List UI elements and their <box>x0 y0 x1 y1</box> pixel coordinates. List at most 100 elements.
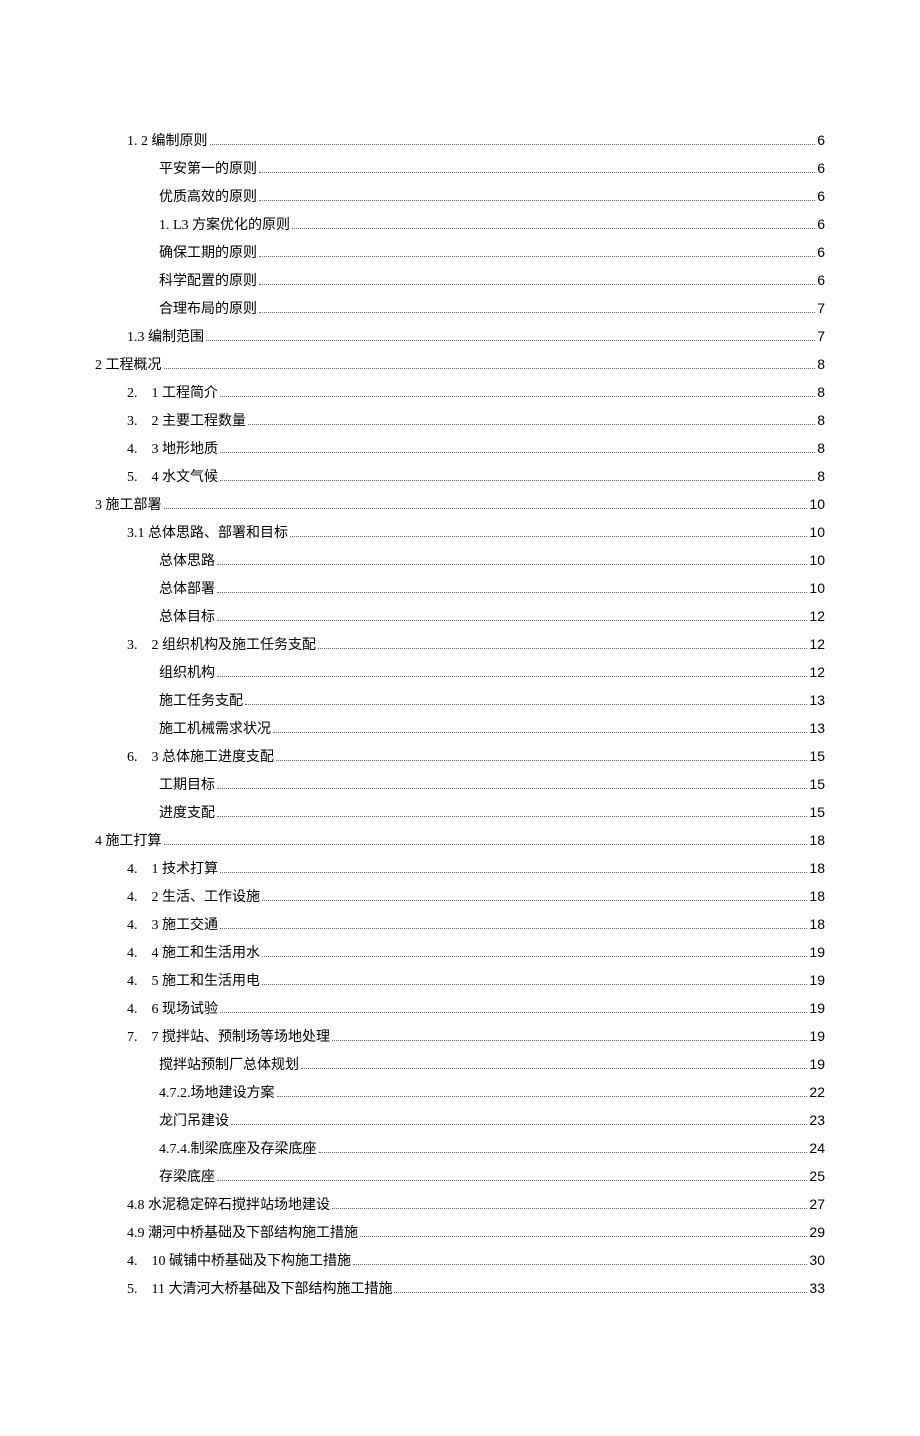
toc-entry-label: 场地建设方案 <box>191 1083 275 1104</box>
toc-entry-page: 27 <box>809 1194 825 1215</box>
toc-leader-dots <box>290 525 807 537</box>
toc-entry-label: 主要工程数量 <box>162 411 246 432</box>
toc-entry-label: 工程概况 <box>106 355 162 376</box>
toc-entry-page: 12 <box>809 662 825 683</box>
toc-entry-label: 平安第一的原则 <box>159 159 257 180</box>
toc-entry-prefix: 5. 11 <box>127 1279 168 1300</box>
toc-entry-label: 施工任务支配 <box>159 691 243 712</box>
toc-entry-label: 存梁底座 <box>159 1167 215 1188</box>
toc-entry-page: 19 <box>809 998 825 1019</box>
toc-entry-prefix: 4.8 <box>127 1195 148 1216</box>
toc-entry: 搅拌站预制厂总体规划19 <box>95 1054 825 1076</box>
toc-entry-page: 15 <box>809 746 825 767</box>
toc-entry-page: 13 <box>809 690 825 711</box>
toc-entry-page: 6 <box>817 130 825 151</box>
toc-entry: 龙门吊建设23 <box>95 1110 825 1132</box>
toc-entry: 4.7.2.场地建设方案22 <box>95 1082 825 1104</box>
toc-entry-label: 组织机构及施工任务支配 <box>162 635 316 656</box>
toc-leader-dots <box>206 329 815 341</box>
toc-leader-dots <box>292 217 815 229</box>
toc-entry-prefix: 4.9 <box>127 1223 148 1244</box>
toc-leader-dots <box>353 1253 807 1265</box>
toc-entry-prefix: 1. 2 <box>127 131 152 152</box>
toc-entry-page: 10 <box>809 550 825 571</box>
toc-leader-dots <box>245 693 807 705</box>
toc-entry-prefix: 4 <box>95 831 106 852</box>
toc-leader-dots <box>164 833 808 845</box>
toc-entry: 4 施工打算18 <box>95 830 825 852</box>
toc-entry-prefix: 4. 10 <box>127 1251 169 1272</box>
toc-entry: 3. 2 组织机构及施工任务支配 12 <box>95 634 825 656</box>
toc-entry-label: 施工和生活用水 <box>162 943 260 964</box>
toc-leader-dots <box>164 357 816 369</box>
toc-leader-dots <box>332 1197 807 1209</box>
toc-entry: 4. 10 碱铺中桥基础及下构施工措施30 <box>95 1250 825 1272</box>
toc-entry: 施工机械需求状况13 <box>95 718 825 740</box>
toc-entry-page: 8 <box>817 438 825 459</box>
toc-entry-label: 大清河大桥基础及下部结构施工措施 <box>168 1279 392 1300</box>
toc-entry: 4.8 水泥稳定碎石搅拌站场地建设 27 <box>95 1194 825 1216</box>
toc-entry: 4. 2 生活、工作设施 18 <box>95 886 825 908</box>
toc-entry: 4.7.4.制梁底座及存梁底座24 <box>95 1138 825 1160</box>
toc-leader-dots <box>259 273 815 285</box>
toc-entry-page: 33 <box>809 1278 825 1299</box>
toc-entry: 确保工期的原则6 <box>95 242 825 264</box>
toc-entry-label: 合理布局的原则 <box>159 299 257 320</box>
toc-entry-prefix: 4. 1 <box>127 859 162 880</box>
toc-entry-prefix: 4.7.2. <box>159 1083 191 1104</box>
toc-entry-prefix: 4. 6 <box>127 999 162 1020</box>
toc-leader-dots <box>259 245 815 257</box>
toc-entry: 科学配置的原则6 <box>95 270 825 292</box>
toc-entry-label: 确保工期的原则 <box>159 243 257 264</box>
toc-leader-dots <box>217 609 807 621</box>
toc-entry-label: 技术打算 <box>162 859 218 880</box>
toc-entry-page: 12 <box>809 634 825 655</box>
toc-entry-prefix: 2. 1 <box>127 383 162 404</box>
toc-entry-label: 总体思路、部署和目标 <box>148 523 288 544</box>
toc-leader-dots <box>220 385 815 397</box>
toc-leader-dots <box>164 497 808 509</box>
toc-entry-label: 制梁底座及存梁底座 <box>191 1139 317 1160</box>
toc-entry-page: 15 <box>809 802 825 823</box>
toc-entry-label: 工程简介 <box>162 383 218 404</box>
toc-entry-label: 优质高效的原则 <box>159 187 257 208</box>
toc-entry-page: 18 <box>809 886 825 907</box>
toc-entry-label: 总体部署 <box>159 579 215 600</box>
toc-entry: 4. 6 现场试验19 <box>95 998 825 1020</box>
toc-leader-dots <box>273 721 807 733</box>
toc-entry-page: 8 <box>817 382 825 403</box>
table-of-contents: 1. 2 编制原则6平安第一的原则6优质高效的原则61. L3 方案优化的原则6… <box>95 130 825 1300</box>
toc-entry-prefix: 4. 4 <box>127 943 162 964</box>
toc-entry-page: 8 <box>817 354 825 375</box>
toc-entry-prefix: 3. 2 <box>127 635 162 656</box>
toc-leader-dots <box>217 665 807 677</box>
toc-entry: 1.3 编制范围7 <box>95 326 825 348</box>
toc-leader-dots <box>259 301 815 313</box>
toc-entry-page: 6 <box>817 186 825 207</box>
toc-entry-page: 25 <box>809 1166 825 1187</box>
toc-entry-page: 10 <box>809 522 825 543</box>
toc-entry: 施工任务支配 13 <box>95 690 825 712</box>
toc-leader-dots <box>220 469 815 481</box>
toc-leader-dots <box>360 1225 807 1237</box>
toc-entry-page: 12 <box>809 606 825 627</box>
toc-entry-prefix: 5. 4 <box>127 467 162 488</box>
toc-entry: 存梁底座 25 <box>95 1166 825 1188</box>
toc-entry-prefix: 1.3 <box>127 327 148 348</box>
toc-entry: 2. 1 工程简介 8 <box>95 382 825 404</box>
toc-entry-page: 8 <box>817 410 825 431</box>
toc-entry-page: 19 <box>809 1054 825 1075</box>
toc-leader-dots <box>210 133 816 145</box>
toc-entry-label: 水泥稳定碎石搅拌站场地建设 <box>148 1195 330 1216</box>
toc-entry-label: 科学配置的原则 <box>159 271 257 292</box>
toc-entry-prefix: 4. 2 <box>127 887 162 908</box>
toc-entry: 平安第一的原则6 <box>95 158 825 180</box>
toc-entry-label: 总体目标 <box>159 607 215 628</box>
toc-entry-label: 生活、工作设施 <box>162 887 260 908</box>
toc-leader-dots <box>217 1169 807 1181</box>
toc-entry: 4. 5 施工和生活用电19 <box>95 970 825 992</box>
toc-entry-label: 施工机械需求状况 <box>159 719 271 740</box>
toc-entry-label: 施工打算 <box>106 831 162 852</box>
toc-entry-page: 18 <box>809 858 825 879</box>
toc-entry: 6. 3 总体施工进度支配15 <box>95 746 825 768</box>
